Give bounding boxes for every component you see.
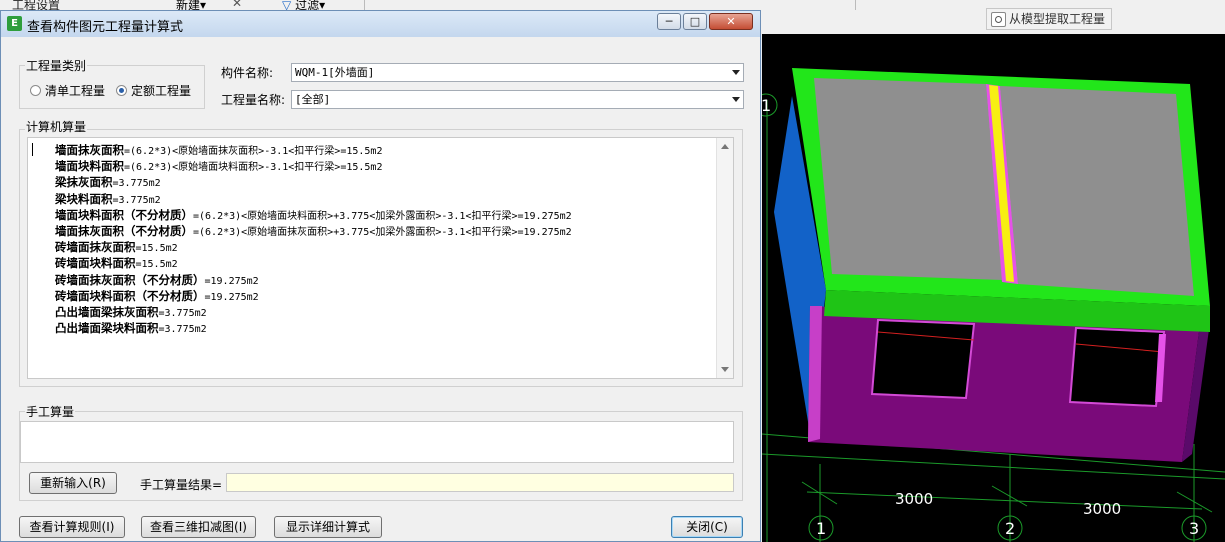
- quantity-name-value: [全部]: [295, 93, 331, 106]
- calc-line-name: 墙面块料面积: [55, 159, 124, 174]
- calc-line-expression: =19.275m2: [204, 291, 259, 303]
- radio-label: 清单工程量: [45, 84, 106, 98]
- calc-line-name: 砖墙面抹灰面积: [55, 240, 136, 255]
- calc-line-expression: =15.5m2: [135, 259, 178, 271]
- axis-label: 1: [816, 519, 826, 538]
- front-wall-edge: [808, 306, 822, 442]
- scroll-up-icon[interactable]: [721, 144, 729, 149]
- dialog-title: 查看构件图元工程量计算式: [27, 20, 184, 35]
- manual-calc-label: 手工算量: [25, 403, 76, 420]
- 3d-model-render: 1 1 2 3 3000 3000: [762, 68, 1225, 542]
- calc-line-name: 砖墙面块料面积（不分材质）: [55, 288, 205, 303]
- manual-result-field[interactable]: [226, 473, 734, 492]
- component-name-select[interactable]: WQM-1[外墙面]: [291, 63, 744, 82]
- calc-line-expression: =3.775m2: [158, 324, 207, 336]
- component-name-label: 构件名称:: [221, 66, 274, 80]
- axis-label: 2: [1005, 519, 1015, 538]
- quantity-name-label: 工程量名称:: [221, 93, 286, 107]
- minimize-button[interactable]: ─: [657, 13, 681, 30]
- radio-bill-quantity[interactable]: 清单工程量: [30, 82, 105, 99]
- calc-line-expression: =(6.2*3)<原始墙面抹灰面积>-3.1<扣平行梁>=15.5m2: [124, 146, 383, 157]
- calc-line-expression: =19.275m2: [204, 275, 259, 287]
- close-window-button[interactable]: ✕: [709, 13, 753, 30]
- calc-line: 砖墙面抹灰面积（不分材质）=19.275m2: [55, 272, 572, 288]
- manual-result-label: 手工算量结果=: [140, 478, 223, 492]
- delete-icon[interactable]: ✕: [232, 0, 242, 10]
- calc-line: 梁抹灰面积=3.775m2: [55, 174, 572, 190]
- chevron-down-icon: [732, 97, 740, 102]
- radio-label: 定额工程量: [131, 84, 192, 98]
- calc-line: 砖墙面抹灰面积=15.5m2: [55, 239, 572, 255]
- calc-line-name: 梁抹灰面积: [55, 175, 113, 190]
- dimension-label: 3000: [1083, 500, 1121, 518]
- dimension-label: 3000: [895, 490, 933, 508]
- quantity-formula-dialog: E 查看构件图元工程量计算式 ─ □ ✕ 工程量类别 清单工程量 定额工程量 构…: [0, 10, 761, 542]
- calc-line-expression: =3.775m2: [158, 307, 207, 319]
- slab-left: [814, 78, 1002, 280]
- calc-line: 墙面块料面积（不分材质）=(6.2*3)<原始墙面块料面积>+3.775<加梁外…: [55, 207, 572, 223]
- calc-line-expression: =(6.2*3)<原始墙面块料面积>-3.1<扣平行梁>=15.5m2: [124, 162, 383, 174]
- magnifier-icon: [991, 12, 1006, 27]
- component-name-value: WQM-1[外墙面]: [295, 66, 375, 79]
- calc-line: 梁块料面积=3.775m2: [55, 191, 572, 207]
- manual-calc-input[interactable]: [20, 421, 734, 463]
- calc-line: 凸出墙面梁块料面积=3.775m2: [55, 320, 572, 336]
- calc-line: 凸出墙面梁抹灰面积=3.775m2: [55, 304, 572, 320]
- calc-line-name: 墙面抹灰面积（不分材质）: [55, 223, 193, 238]
- calc-line: 墙面抹灰面积=(6.2*3)<原始墙面抹灰面积>-3.1<扣平行梁>=15.5m…: [55, 142, 572, 158]
- view-calc-rules-button[interactable]: 查看计算规则(I): [19, 516, 125, 538]
- calc-line-name: 砖墙面抹灰面积（不分材质）: [55, 272, 205, 287]
- calc-line: 墙面块料面积=(6.2*3)<原始墙面块料面积>-3.1<扣平行梁>=15.5m…: [55, 158, 572, 174]
- extract-quantity-label: 从模型提取工程量: [1009, 12, 1106, 26]
- scroll-down-icon[interactable]: [721, 367, 729, 372]
- radio-circle-icon: [30, 85, 41, 96]
- reenter-button[interactable]: 重新输入(R): [29, 472, 117, 494]
- 3d-viewport[interactable]: 1 1 2 3 3000 3000: [762, 34, 1225, 542]
- window-left: [870, 318, 976, 400]
- view-3d-deduction-button[interactable]: 查看三维扣减图(I): [141, 516, 256, 538]
- dialog-titlebar[interactable]: E 查看构件图元工程量计算式 ─ □ ✕: [1, 11, 760, 37]
- quantity-type-label: 工程量类别: [25, 57, 88, 74]
- calc-lines: 墙面抹灰面积=(6.2*3)<原始墙面抹灰面积>-3.1<扣平行梁>=15.5m…: [55, 142, 572, 336]
- toolbar-divider: [364, 0, 365, 10]
- vertical-scrollbar[interactable]: [716, 138, 733, 378]
- window-right: [1068, 326, 1166, 408]
- radio-selected-icon: [116, 85, 127, 96]
- calc-line-name: 砖墙面块料面积: [55, 256, 136, 271]
- axis-label: 1: [762, 96, 771, 115]
- app-icon: E: [7, 16, 22, 31]
- text-caret: [32, 143, 33, 156]
- computer-calc-label: 计算机算量: [25, 118, 88, 135]
- computer-calc-textarea[interactable]: 墙面抹灰面积=(6.2*3)<原始墙面抹灰面积>-3.1<扣平行梁>=15.5m…: [27, 137, 734, 379]
- extract-quantity-from-model-button[interactable]: 从模型提取工程量: [986, 8, 1113, 30]
- quantity-name-select[interactable]: [全部]: [291, 90, 744, 109]
- close-button[interactable]: 关闭(C): [671, 516, 743, 538]
- chevron-down-icon: [732, 70, 740, 75]
- calc-line-name: 墙面块料面积（不分材质）: [55, 207, 193, 222]
- slab-right: [1000, 86, 1194, 296]
- calc-line-expression: =15.5m2: [135, 243, 178, 255]
- calc-line-expression: =(6.2*3)<原始墙面块料面积>+3.775<加梁外露面积>-3.1<扣平行…: [193, 210, 572, 222]
- toolbar-divider: [855, 0, 856, 10]
- maximize-button[interactable]: □: [683, 13, 707, 30]
- calc-line: 墙面抹灰面积（不分材质）=(6.2*3)<原始墙面抹灰面积>+3.775<加梁外…: [55, 223, 572, 239]
- calc-line: 砖墙面块料面积=15.5m2: [55, 255, 572, 271]
- calc-line-expression: =(6.2*3)<原始墙面抹灰面积>+3.775<加梁外露面积>-3.1<扣平行…: [193, 226, 572, 238]
- calc-line-name: 墙面抹灰面积: [55, 143, 124, 157]
- show-detail-formula-button[interactable]: 显示详细计算式: [274, 516, 382, 538]
- calc-line-expression: =3.775m2: [112, 194, 161, 206]
- calc-line-expression: =3.775m2: [112, 178, 161, 190]
- axis-label: 3: [1189, 519, 1199, 538]
- radio-quota-quantity[interactable]: 定额工程量: [116, 82, 191, 99]
- calc-line-name: 凸出墙面梁抹灰面积: [55, 304, 159, 319]
- calc-line: 砖墙面块料面积（不分材质）=19.275m2: [55, 288, 572, 304]
- calc-line-name: 凸出墙面梁块料面积: [55, 321, 159, 336]
- calc-line-name: 梁块料面积: [55, 191, 113, 206]
